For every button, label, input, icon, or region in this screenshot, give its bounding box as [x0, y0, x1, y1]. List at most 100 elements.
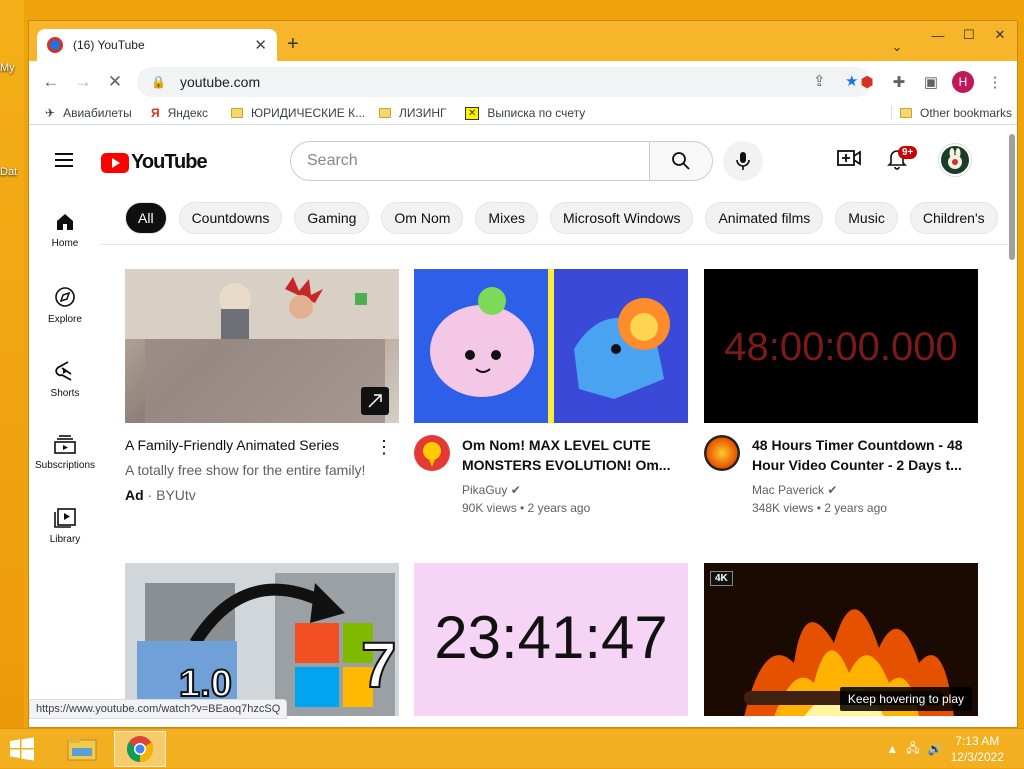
menu-kebab-icon[interactable]: ⋮: [979, 66, 1011, 98]
channel-avatar[interactable]: [414, 435, 450, 471]
maximize-button[interactable]: ☐: [953, 21, 985, 49]
windows-logo-icon: [10, 737, 34, 761]
bookmark-item[interactable]: ✈ Авиабилеты: [45, 106, 132, 120]
minimize-button[interactable]: —: [922, 21, 954, 49]
chrome-taskbar-button[interactable]: [114, 731, 166, 767]
video-thumbnail[interactable]: 48:00:00.000: [704, 269, 978, 423]
timer-thumbnail-text: 48:00:00.000: [724, 325, 958, 369]
side-panel-icon[interactable]: ▣: [915, 66, 947, 98]
file-explorer-taskbar-button[interactable]: [56, 731, 108, 767]
desktop-icon-label[interactable]: Dat: [0, 166, 17, 178]
lock-icon: 🔒: [151, 75, 166, 89]
chip-om-nom[interactable]: Om Nom: [381, 202, 464, 234]
desktop-icon-label[interactable]: My: [0, 62, 15, 74]
stop-loading-button[interactable]: ✕: [99, 66, 131, 98]
nav-shorts[interactable]: Shorts: [29, 360, 101, 399]
adblock-extension-icon[interactable]: ⬢: [851, 66, 883, 98]
yandex-icon: Я: [151, 106, 160, 120]
volume-icon[interactable]: 🔊: [928, 742, 943, 756]
home-icon: [57, 214, 73, 230]
browser-tab[interactable]: (16) YouTube ✕: [37, 29, 277, 61]
bookmark-item[interactable]: Я Яндекс: [151, 106, 208, 120]
clock-thumbnail-text: 23:41:47: [434, 604, 668, 671]
chip-all[interactable]: All: [125, 202, 167, 234]
tab-search-icon[interactable]: ⌄: [881, 33, 913, 61]
nav-home[interactable]: Home: [29, 212, 101, 249]
network-icon[interactable]: 🖧: [906, 739, 919, 760]
profile-button[interactable]: H: [947, 66, 979, 98]
folder-icon: [379, 108, 391, 118]
hamburger-menu-icon[interactable]: [55, 153, 73, 171]
video-thumbnail[interactable]: 4K Keep hovering to play: [704, 563, 978, 716]
video-title[interactable]: A Family-Friendly Animated Series: [125, 437, 365, 453]
notification-count-badge: 9+: [898, 146, 918, 159]
account-avatar[interactable]: [939, 144, 971, 176]
video-card[interactable]: A Family-Friendly Animated Series A tota…: [125, 269, 399, 503]
back-button[interactable]: ←: [35, 66, 67, 98]
chip-childrens[interactable]: Children's: [909, 202, 998, 234]
page-viewport: YouTube Search 9+ Home Explore Shorts Su…: [29, 126, 1017, 716]
video-card[interactable]: 23:41:47: [414, 563, 688, 716]
clock-time: 7:13 AM: [955, 734, 1000, 748]
forward-button[interactable]: →: [67, 66, 99, 98]
svg-text:7: 7: [361, 629, 397, 701]
chip-mixes[interactable]: Mixes: [475, 202, 538, 234]
pika-avatar-icon: [423, 442, 441, 467]
create-video-icon[interactable]: [837, 148, 861, 174]
video-stats: 90K views • 2 years ago: [462, 501, 591, 515]
video-card[interactable]: Om Nom! MAX LEVEL CUTE MONSTERS EVOLUTIO…: [414, 269, 688, 517]
search-icon: [672, 152, 690, 170]
video-card[interactable]: 7 1.0: [125, 563, 399, 716]
page-scrollbar[interactable]: [1009, 134, 1015, 260]
animated-series-thumbnail: [125, 269, 399, 423]
extensions-puzzle-icon[interactable]: ✚: [883, 66, 915, 98]
search-input[interactable]: Search: [290, 141, 650, 181]
video-meta: 48 Hours Timer Countdown - 48 Hour Video…: [704, 435, 978, 517]
other-bookmarks-folder[interactable]: Other bookmarks: [891, 106, 1012, 120]
nav-library[interactable]: Library: [29, 508, 101, 545]
video-thumbnail[interactable]: 7 1.0: [125, 563, 399, 716]
verified-icon: ✔: [827, 483, 838, 497]
share-icon[interactable]: ⇪: [813, 72, 826, 90]
youtube-header: YouTube Search 9+: [29, 126, 1017, 196]
nav-subscriptions[interactable]: Subscriptions: [29, 434, 101, 471]
chip-animated-films[interactable]: Animated films: [705, 202, 824, 234]
chip-microsoft-windows[interactable]: Microsoft Windows: [549, 202, 694, 234]
hover-tooltip: Keep hovering to play: [839, 687, 972, 711]
microphone-icon: [736, 152, 750, 170]
video-thumbnail[interactable]: [125, 269, 399, 423]
video-thumbnail[interactable]: 23:41:47: [414, 563, 688, 716]
more-options-icon[interactable]: ⋮: [375, 437, 393, 458]
start-button[interactable]: [8, 737, 36, 761]
chip-music[interactable]: Music: [835, 202, 898, 234]
show-hidden-icons-icon[interactable]: ▲: [886, 742, 898, 756]
new-tab-button[interactable]: +: [287, 33, 299, 56]
verified-icon: ✔: [510, 483, 521, 497]
youtube-logo[interactable]: YouTube: [101, 151, 208, 174]
close-tab-icon[interactable]: ✕: [254, 36, 267, 54]
4k-badge: 4K: [710, 571, 733, 586]
bookmark-folder[interactable]: ЮРИДИЧЕСКИЕ К...: [231, 106, 365, 120]
left-nav: Home Explore Shorts Subscriptions Librar…: [29, 196, 101, 716]
bookmark-item[interactable]: ✕ Выписка по счету: [465, 106, 585, 120]
video-channel[interactable]: Mac Paverick ✔: [752, 481, 978, 499]
chip-gaming[interactable]: Gaming: [294, 202, 370, 234]
video-thumbnail[interactable]: [414, 269, 688, 423]
video-card[interactable]: 48:00:00.000 48 Hours Timer Countdown - …: [704, 269, 978, 517]
chip-countdowns[interactable]: Countdowns: [178, 202, 283, 234]
system-tray: ▲ 🖧 🔊 7:13 AM 12/3/2022: [886, 729, 1024, 769]
video-text: A Family-Friendly Animated Series A tota…: [125, 437, 365, 503]
nav-explore[interactable]: Explore: [29, 286, 101, 325]
clock[interactable]: 7:13 AM 12/3/2022: [951, 733, 1004, 765]
bookmark-folder[interactable]: ЛИЗИНГ: [379, 106, 447, 120]
search-button[interactable]: [649, 141, 713, 181]
address-bar[interactable]: 🔒 youtube.com ⇪ ★: [137, 67, 871, 97]
close-window-button[interactable]: ✕: [984, 21, 1016, 49]
ad-channel[interactable]: BYUtv: [156, 487, 196, 503]
video-channel[interactable]: PikaGuy ✔: [462, 481, 688, 499]
channel-avatar[interactable]: [704, 435, 740, 471]
video-title[interactable]: 48 Hours Timer Countdown - 48 Hour Video…: [752, 435, 978, 475]
voice-search-button[interactable]: [723, 141, 763, 181]
video-card[interactable]: 4K Keep hovering to play: [704, 563, 978, 716]
video-title[interactable]: Om Nom! MAX LEVEL CUTE MONSTERS EVOLUTIO…: [462, 435, 688, 475]
